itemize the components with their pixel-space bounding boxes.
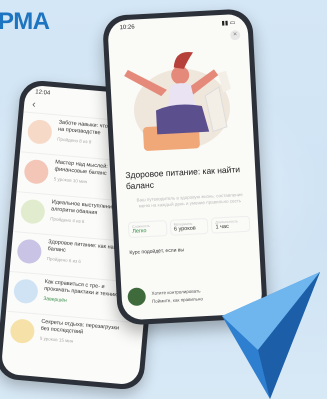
course-stats: Сложность Легко Материалы 6 уроков Длите… xyxy=(127,215,251,239)
criteria-item: Поймите, как правильно xyxy=(151,296,204,304)
brand-title: РМА xyxy=(0,8,50,35)
course-thumbnail-icon xyxy=(12,278,39,305)
course-description: Ваш путеводитель в здоровую жизнь: соста… xyxy=(136,192,243,209)
stat-difficulty: Сложность Легко xyxy=(127,220,168,239)
leaf-icon xyxy=(127,287,147,307)
course-thumbnail-icon xyxy=(9,318,36,345)
stat-materials: Материалы 6 уроков xyxy=(169,217,209,236)
stat-duration: Длительность 1 час xyxy=(211,215,251,234)
status-bar: 10:26 ▮▮ ▭ xyxy=(107,14,247,33)
criteria-item: Хотите контролировать xyxy=(151,288,201,296)
course-title: Здоровое питание: как найти баланс xyxy=(125,164,241,192)
yoga-illustration xyxy=(124,51,231,151)
audience-heading: Курс подойдёт, если вы xyxy=(129,247,185,257)
course-thumbnail-icon xyxy=(26,118,53,145)
signal-battery-icon: ▮▮ ▭ xyxy=(221,20,236,27)
paper-plane-icon xyxy=(222,272,320,399)
course-thumbnail-icon xyxy=(19,198,46,225)
course-thumbnail-icon xyxy=(16,238,43,265)
status-time: 10:26 xyxy=(119,24,135,32)
course-thumbnail-icon xyxy=(23,158,50,185)
